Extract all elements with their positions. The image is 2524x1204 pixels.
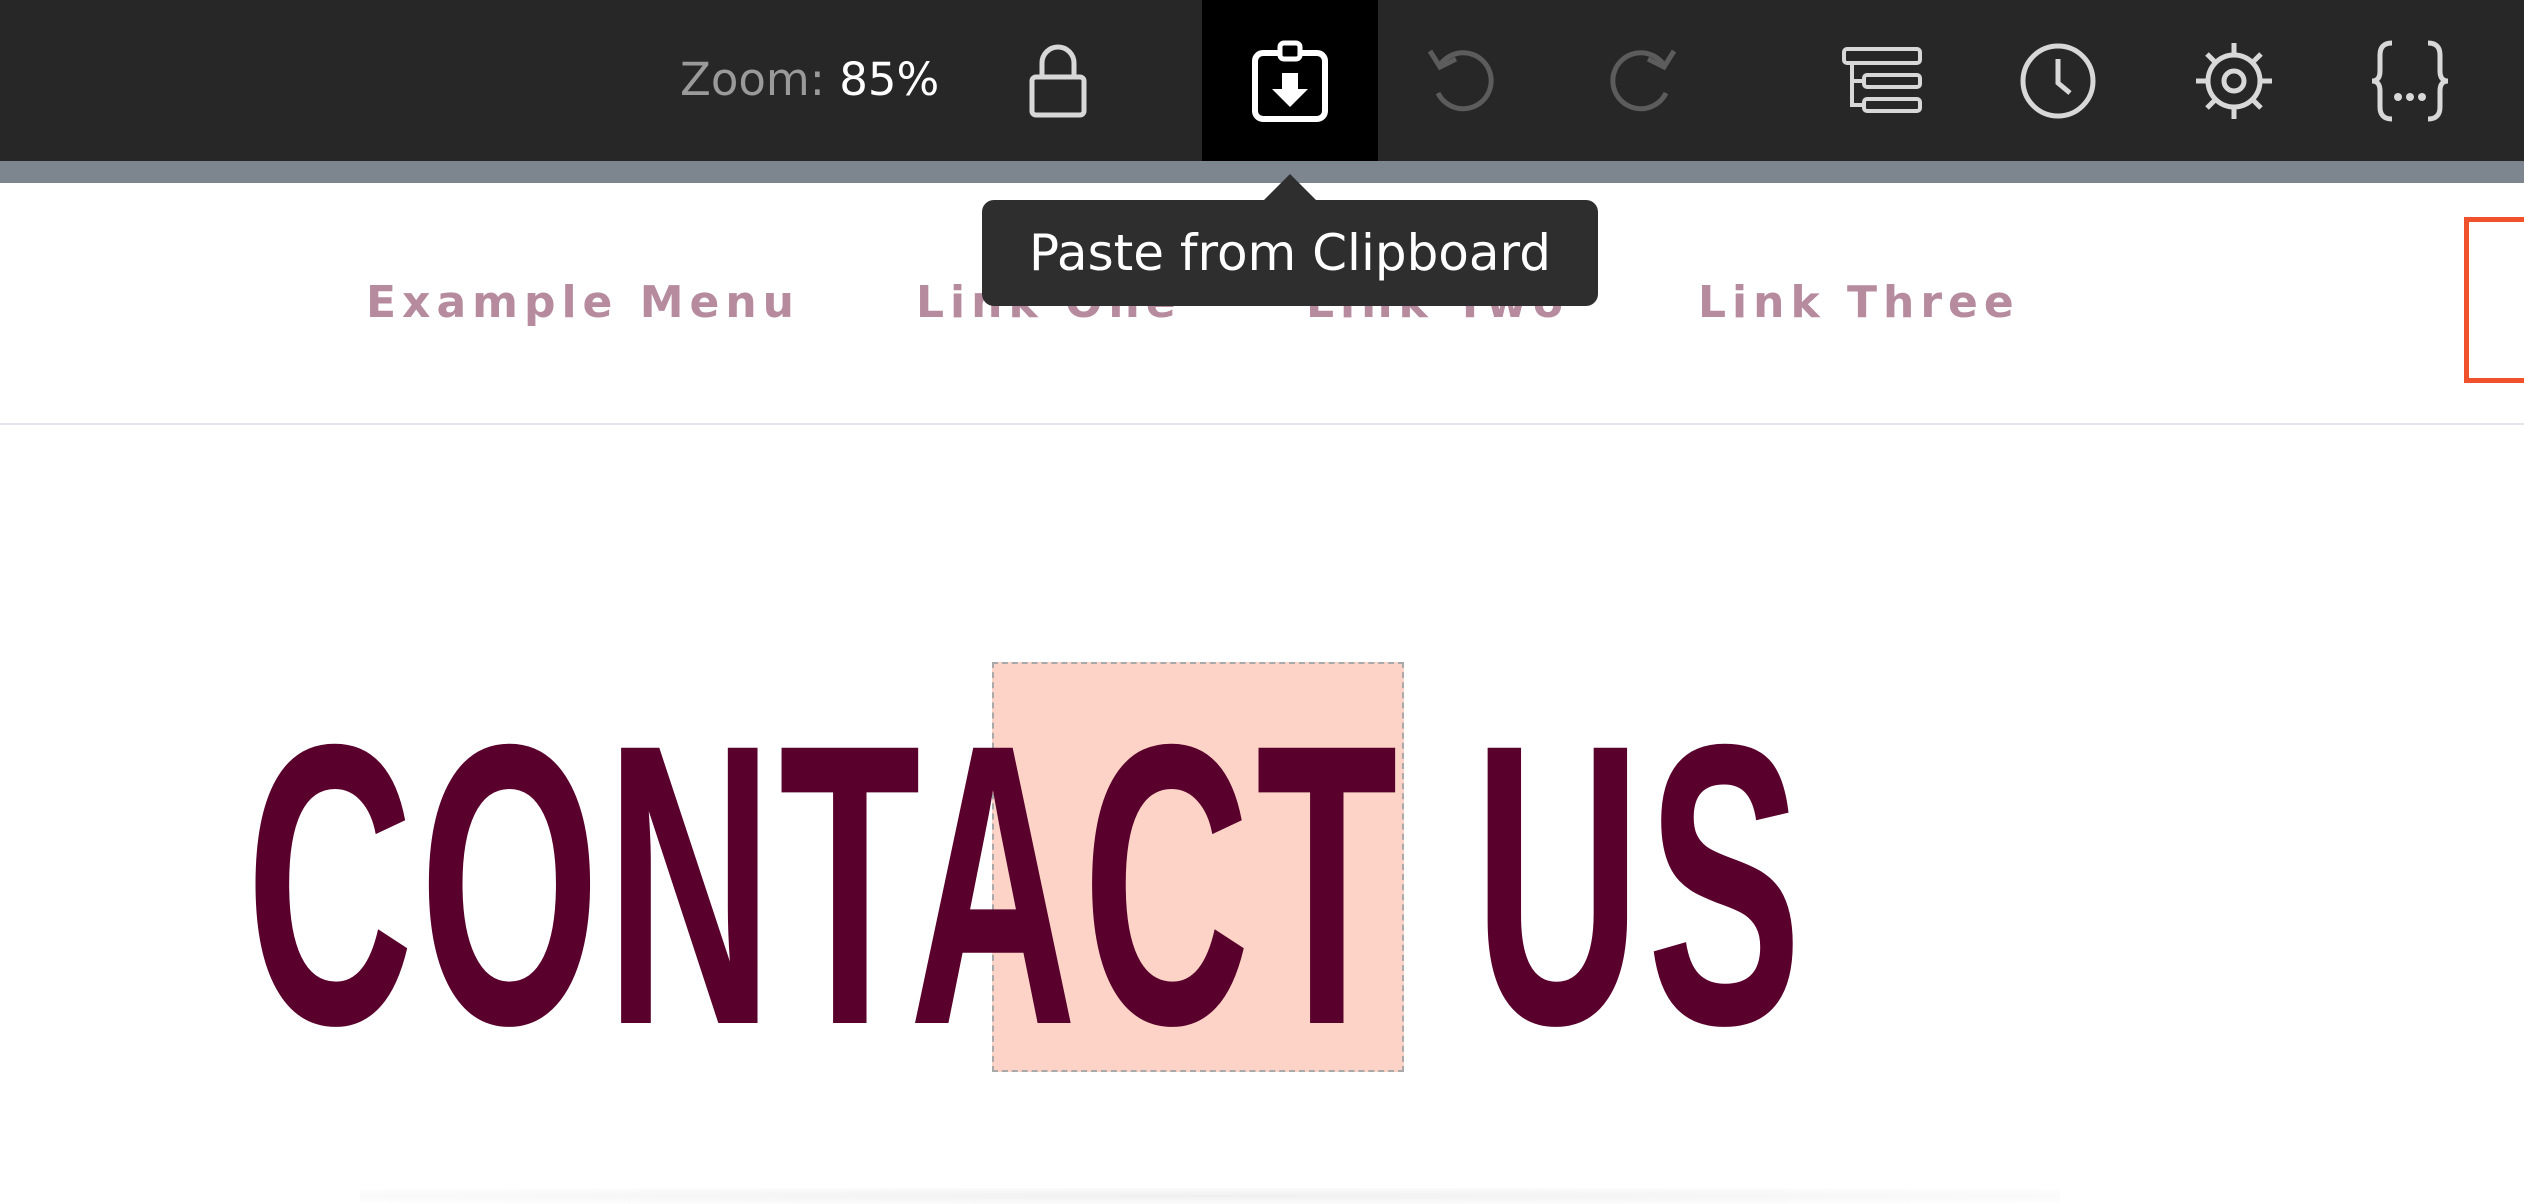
editor-toolbar: Zoom: 85% (0, 0, 2524, 161)
navigator-icon (1842, 46, 1922, 113)
custom-code-button[interactable] (2340, 0, 2480, 161)
settings-icon (2196, 42, 2272, 119)
paste-from-clipboard-button[interactable] (1202, 0, 1378, 161)
zoom-label: Zoom: (680, 53, 825, 106)
lock-icon (1029, 44, 1087, 117)
page-heading[interactable]: CONTACT US (246, 685, 1802, 1085)
code-icon (2371, 40, 2449, 121)
nav-item-link-three[interactable]: Link Three (1698, 273, 2020, 333)
redo-icon (1610, 49, 1677, 111)
lock-button[interactable] (988, 0, 1128, 161)
nav-cta-button[interactable] (2464, 217, 2524, 383)
tooltip-arrow (1262, 174, 1318, 202)
zoom-value: 85% (839, 53, 940, 106)
undo-icon (1427, 49, 1494, 111)
nav-item-example-menu[interactable]: Example Menu (366, 273, 800, 333)
undo-button[interactable] (1392, 0, 1532, 161)
zoom-control[interactable]: Zoom: 85% (680, 52, 939, 108)
section-divider (360, 1188, 2060, 1204)
navigator-button[interactable] (1812, 0, 1952, 161)
paste-clipboard-icon (1252, 40, 1328, 122)
settings-button[interactable] (2164, 0, 2304, 161)
redo-button[interactable] (1572, 0, 1712, 161)
paste-tooltip: Paste from Clipboard (982, 200, 1598, 306)
history-icon (2020, 43, 2096, 118)
history-button[interactable] (1988, 0, 2128, 161)
